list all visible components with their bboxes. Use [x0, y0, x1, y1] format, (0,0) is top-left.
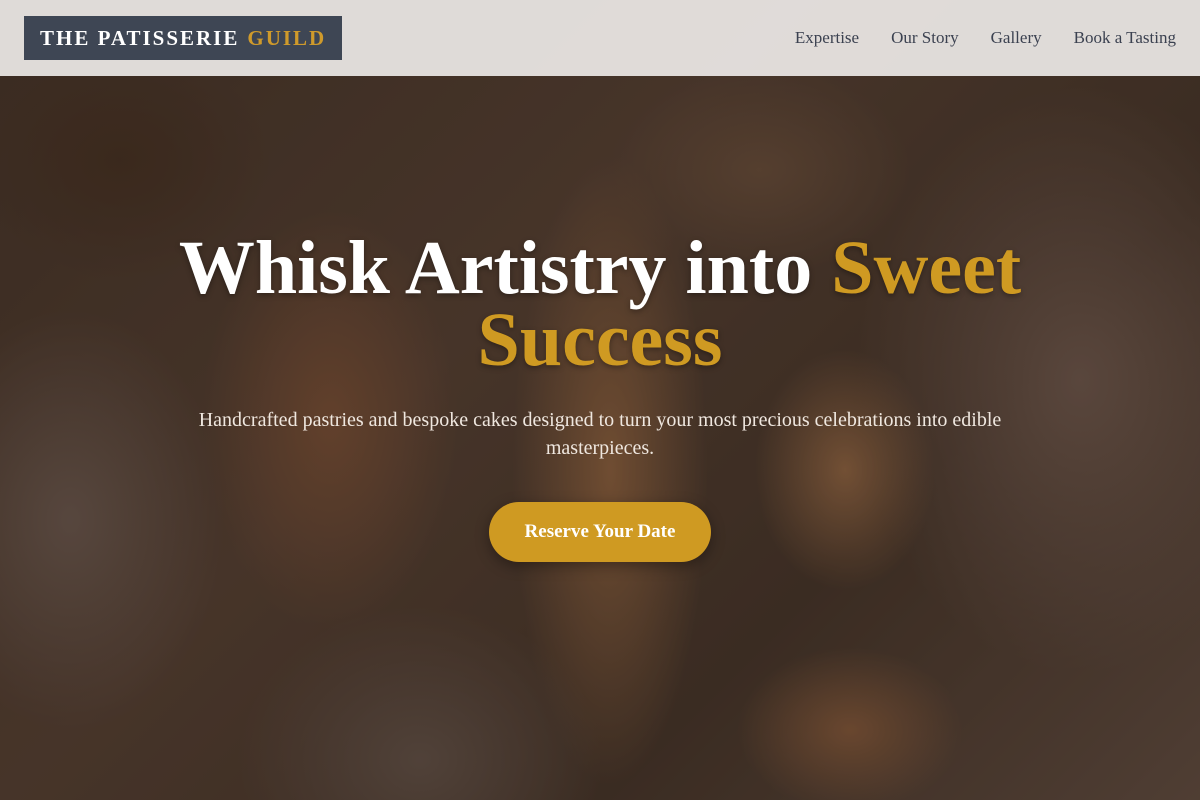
main-nav: Expertise Our Story Gallery Book a Tasti… — [795, 28, 1176, 48]
nav-link-book-a-tasting[interactable]: Book a Tasting — [1074, 28, 1176, 48]
brand-accent: GUILD — [247, 25, 327, 50]
brand-name: THE PATISSERIE — [40, 25, 240, 50]
hero-content: Whisk Artistry into Sweet Success Handcr… — [0, 230, 1200, 562]
hero-subtitle: Handcrafted pastries and bespoke cakes d… — [198, 409, 1002, 459]
reserve-date-button[interactable]: Reserve Your Date — [489, 502, 711, 562]
site-header: THE PATISSERIE GUILD Expertise Our Story… — [0, 0, 1200, 76]
nav-link-our-story[interactable]: Our Story — [891, 28, 959, 48]
nav-link-expertise[interactable]: Expertise — [795, 28, 859, 48]
brand-logo[interactable]: THE PATISSERIE GUILD — [24, 16, 343, 60]
nav-link-gallery[interactable]: Gallery — [991, 28, 1042, 48]
hero-headline: Whisk Artistry into Sweet Success — [170, 230, 1030, 378]
